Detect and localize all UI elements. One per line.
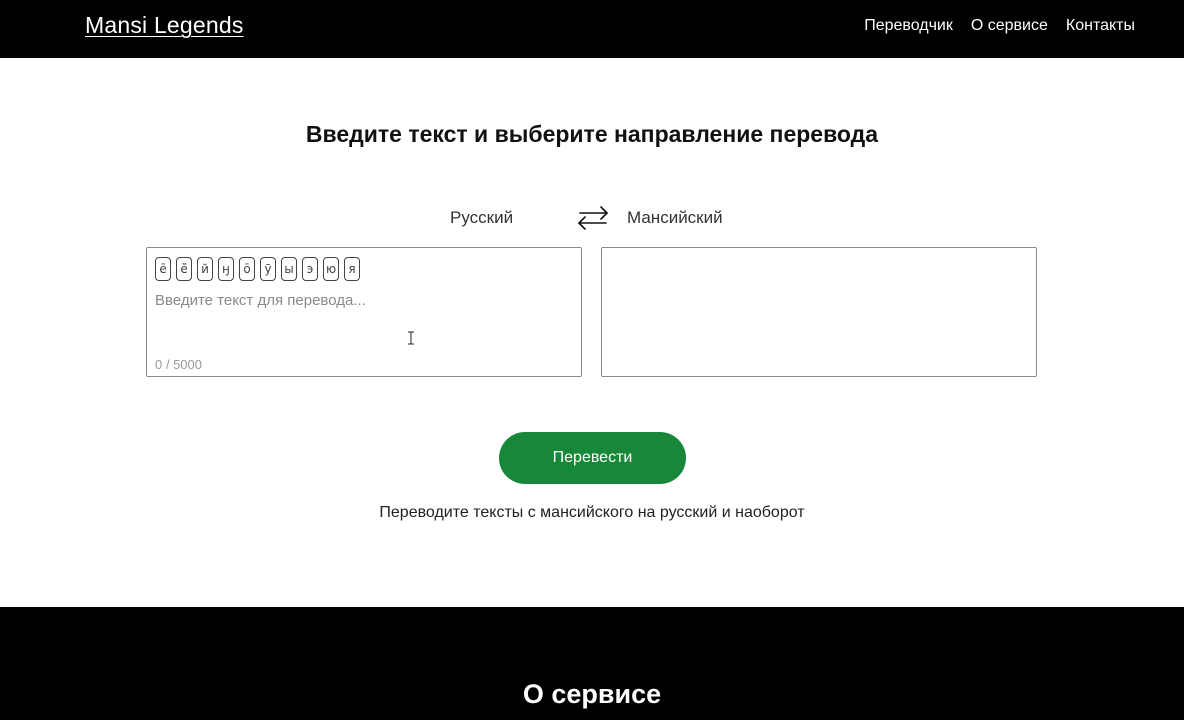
- about-section: О сервисе: [0, 607, 1184, 720]
- char-button[interactable]: ō: [239, 257, 255, 281]
- source-text-box: ē ё̄ й ӈ ō ӯ ы э ю я 0 / 5000: [146, 247, 582, 377]
- char-button[interactable]: ё̄: [176, 257, 192, 281]
- translation-output-box: [601, 247, 1037, 377]
- swap-arrows-icon[interactable]: [576, 205, 610, 231]
- nav-item-contacts[interactable]: Контакты: [1066, 17, 1135, 35]
- char-button[interactable]: й: [197, 257, 213, 281]
- top-navigation-bar: Mansi Legends Переводчик О сервисе Конта…: [0, 0, 1184, 58]
- about-section-title: О сервисе: [522, 679, 662, 709]
- source-text-input[interactable]: [155, 292, 573, 348]
- char-button[interactable]: ē: [155, 257, 171, 281]
- nav-item-translator[interactable]: Переводчик: [864, 17, 953, 35]
- text-cursor-icon: [408, 331, 414, 345]
- source-language-label[interactable]: Русский: [450, 208, 513, 228]
- char-button[interactable]: э: [302, 257, 318, 281]
- main-nav: Переводчик О сервисе Контакты: [864, 17, 1135, 35]
- logo-link[interactable]: Mansi Legends: [85, 12, 244, 39]
- target-language-label[interactable]: Мансийский: [627, 208, 723, 228]
- char-button[interactable]: ӯ: [260, 257, 276, 281]
- translate-button[interactable]: Перевести: [499, 432, 686, 484]
- nav-item-about[interactable]: О сервисе: [971, 17, 1048, 35]
- char-button[interactable]: ю: [323, 257, 339, 281]
- service-description: Переводите тексты с мансийского на русск…: [379, 504, 805, 521]
- character-counter: 0 / 5000: [155, 357, 202, 372]
- special-characters-bar: ē ё̄ й ӈ ō ӯ ы э ю я: [155, 257, 360, 281]
- char-button[interactable]: ы: [281, 257, 297, 281]
- char-button[interactable]: ӈ: [218, 257, 234, 281]
- char-button[interactable]: я: [344, 257, 360, 281]
- page-title: Введите текст и выберите направление пер…: [305, 121, 879, 147]
